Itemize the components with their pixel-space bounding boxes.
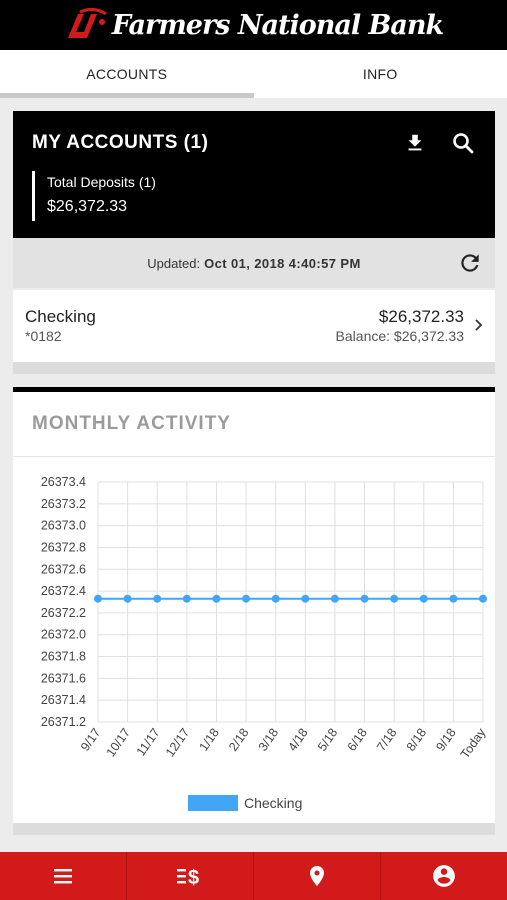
bank-logo-mark-icon [67, 8, 107, 38]
total-deposits-amount: $26,372.33 [47, 198, 128, 215]
account-circle-icon [433, 865, 455, 887]
x-tick-label: 12/17 [163, 726, 192, 760]
x-tick-label: 1/18 [196, 726, 221, 754]
data-point [182, 594, 191, 603]
accounts-summary-card: MY ACCOUNTS (1) Total Deposits (1) $26,3… [13, 111, 495, 238]
legend-swatch [188, 795, 238, 811]
bank-name: Farmers National Bank [111, 9, 444, 41]
updated-bar: Updated: Oct 01, 2018 4:40:57 PM [13, 238, 495, 288]
download-button[interactable] [401, 129, 429, 157]
data-point [419, 594, 428, 603]
y-tick-label: 26371.2 [41, 715, 86, 729]
activity-footer [13, 823, 495, 835]
download-icon [408, 134, 422, 151]
x-tick-label: 11/17 [134, 726, 163, 759]
app-header: Farmers National Bank [0, 0, 507, 50]
refresh-icon [461, 254, 479, 272]
search-button[interactable] [449, 129, 477, 157]
location-pin-icon [310, 866, 324, 886]
account-row-checking[interactable]: Checking *0182 $26,372.33 Balance: $26,3… [13, 290, 495, 362]
x-tick-label: 10/17 [104, 726, 133, 760]
y-tick-label: 26373.2 [41, 497, 86, 511]
data-point [271, 594, 280, 603]
chevron-right-icon [475, 319, 483, 331]
account-number: *0182 [25, 328, 62, 344]
bottom-nav: $ [0, 852, 507, 900]
monthly-activity-card: MONTHLY ACTIVITY 26373.4 26373.2 26373.0 26… [13, 387, 495, 823]
y-tick-label: 26371.6 [41, 671, 86, 685]
data-point [123, 594, 132, 603]
total-deposits-label: Total Deposits (1) [47, 174, 156, 190]
account-balance: Balance: $26,372.33 [335, 328, 464, 344]
legend-label: Checking [244, 795, 302, 811]
y-tick-label: 26373.0 [41, 519, 86, 533]
y-tick-label: 26372.2 [41, 606, 86, 620]
total-deposits[interactable]: Total Deposits (1) $26,372.33 [32, 171, 156, 221]
x-tick-label: 6/18 [345, 726, 370, 754]
y-tick-label: 26371.4 [41, 693, 86, 707]
account-name: Checking [25, 307, 96, 326]
menu-icon [54, 869, 72, 884]
accounts-title: MY ACCOUNTS (1) [32, 132, 209, 153]
search-icon [453, 133, 474, 154]
tab-info[interactable]: INFO [254, 50, 507, 98]
data-point [330, 594, 339, 603]
x-tick-label: 8/18 [404, 726, 429, 754]
y-tick-label: 26371.8 [41, 650, 86, 664]
y-tick-label: 26372.8 [41, 540, 86, 554]
data-point [449, 594, 458, 603]
tab-bar: ACCOUNTS INFO [0, 50, 507, 98]
y-tick-label: 26372.4 [41, 584, 86, 598]
nav-profile-button[interactable] [381, 852, 507, 900]
nav-locations-button[interactable] [254, 852, 381, 900]
bank-logo: Farmers National Bank [64, 8, 444, 42]
transfer-money-icon: $ [177, 867, 199, 889]
account-list-footer [13, 362, 495, 374]
nav-transfer-button[interactable]: $ [127, 852, 254, 900]
x-tick-label: 9/17 [78, 726, 103, 754]
x-tick-label: 9/18 [433, 726, 458, 754]
x-tick-label: 5/18 [315, 726, 340, 754]
data-point [360, 594, 369, 603]
data-point [212, 594, 221, 603]
tab-accounts[interactable]: ACCOUNTS [0, 50, 254, 98]
x-tick-label: 3/18 [256, 726, 281, 754]
nav-menu-button[interactable] [0, 852, 127, 900]
x-tick-label: 4/18 [285, 726, 310, 754]
refresh-button[interactable] [457, 250, 483, 276]
data-point [479, 594, 487, 603]
y-tick-label: 26373.4 [41, 475, 86, 489]
data-point [242, 594, 251, 603]
account-amount: $26,372.33 [378, 307, 464, 326]
data-point [94, 594, 102, 603]
updated-label: Updated: [147, 255, 201, 271]
y-tick-label: 26372.0 [41, 628, 86, 642]
monthly-activity-chart: 26373.4 26373.2 26373.0 26372.8 26372.6 26372… [41, 475, 489, 811]
x-tick-label: Today [458, 725, 489, 761]
data-point [301, 594, 310, 603]
x-tick-label: 2/18 [226, 726, 251, 754]
data-point [153, 594, 162, 603]
updated-timestamp: Oct 01, 2018 4:40:57 PM [204, 255, 361, 271]
svg-text:$: $ [188, 867, 199, 889]
y-tick-label: 26372.6 [41, 562, 86, 576]
data-point [390, 594, 399, 603]
x-tick-label: 7/18 [374, 726, 399, 754]
